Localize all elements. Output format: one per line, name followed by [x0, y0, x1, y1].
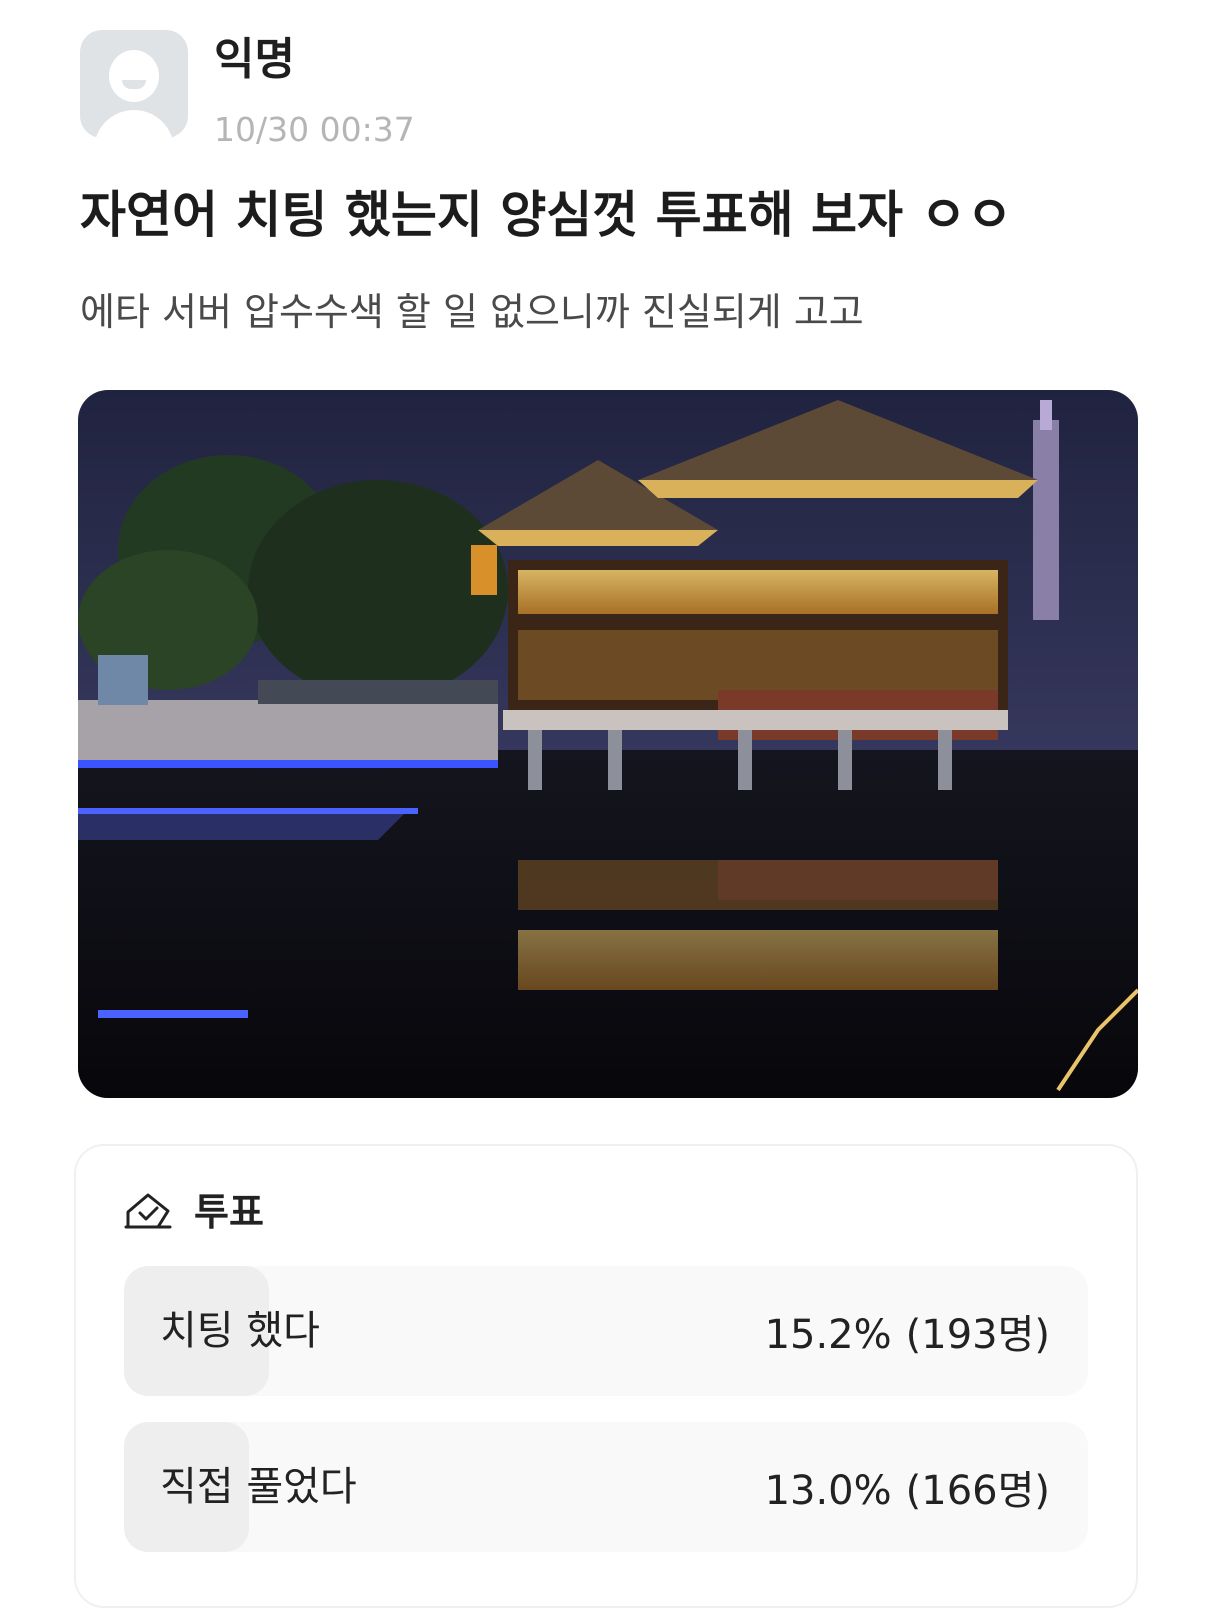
vote-box-icon: [124, 1193, 172, 1229]
poll-header: 투표: [124, 1188, 264, 1236]
post-title: 자연어 치팅 했는지 양심껏 투표해 보자 ㅇㅇ: [80, 186, 1013, 244]
poll-option-result: 13.0% (166명): [765, 1426, 1050, 1552]
post-header: 익명 10/30 00:37: [80, 30, 415, 152]
poll-option[interactable]: 치팅 했다 15.2% (193명): [124, 1266, 1088, 1396]
avatar-head: [109, 50, 159, 102]
post-photo[interactable]: [78, 390, 1138, 1098]
poll-option-percent: 15.2%: [764, 1312, 892, 1358]
poll-option-result: 15.2% (193명): [765, 1270, 1050, 1396]
post-body: 에타 서버 압수수색 할 일 없으니까 진실되게 고고: [80, 290, 864, 334]
avatar[interactable]: [80, 30, 188, 138]
poll-option[interactable]: 직접 풀었다 13.0% (166명): [124, 1422, 1088, 1552]
poll-option-label: 치팅 했다: [160, 1308, 320, 1354]
poll-title: 투표: [194, 1190, 264, 1234]
poll-option-count: (166명): [905, 1468, 1050, 1514]
poll-option-count: (193명): [905, 1312, 1050, 1358]
author-name: 익명: [214, 34, 295, 85]
post-timestamp: 10/30 00:37: [214, 110, 415, 149]
poll-card: 투표 치팅 했다 15.2% (193명) 직접 풀었다 13.0% (166명): [74, 1144, 1138, 1608]
poll-option-percent: 13.0%: [764, 1468, 892, 1514]
poll-option-label: 직접 풀었다: [160, 1464, 357, 1510]
post-meta: 익명 10/30 00:37: [214, 30, 415, 152]
avatar-body: [94, 110, 174, 138]
